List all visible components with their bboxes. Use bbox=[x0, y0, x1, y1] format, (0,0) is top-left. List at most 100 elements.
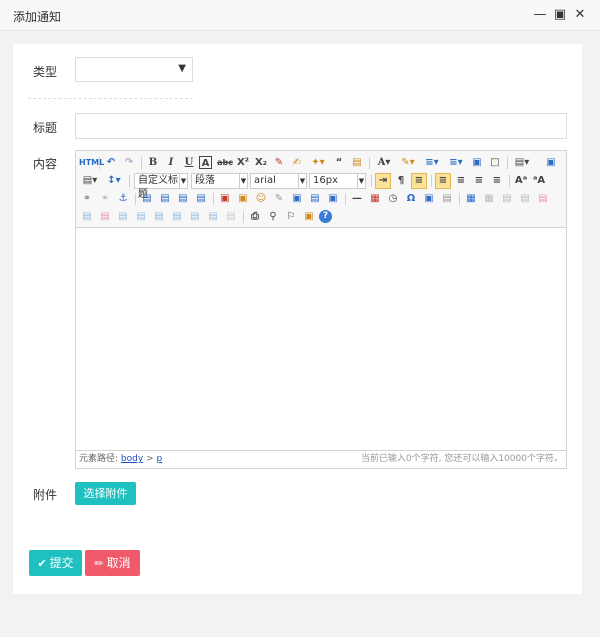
split-rows-icon[interactable]: ▤ bbox=[187, 209, 203, 225]
blockquote-icon[interactable]: “ bbox=[331, 155, 347, 171]
emotion-icon[interactable]: ☺ bbox=[253, 191, 269, 207]
indent-icon[interactable]: ≡ bbox=[411, 173, 427, 189]
align-left-icon[interactable]: ≡ bbox=[435, 173, 451, 189]
link-icon[interactable]: ⚭ bbox=[79, 191, 95, 207]
insert-paragraph-before-table-icon[interactable]: ▤ bbox=[499, 191, 515, 207]
underline-icon[interactable]: U bbox=[181, 155, 197, 171]
subscript-icon[interactable]: X₂ bbox=[253, 155, 269, 171]
editor-toolbar: HTML ↶ ↷ B I U A abc X² X₂ ✎ ✍ ✦▾ “ ▤ A▾… bbox=[76, 151, 566, 228]
paste-mode-icon[interactable]: ▤ bbox=[223, 209, 239, 225]
merge-down-icon[interactable]: ▤ bbox=[151, 209, 167, 225]
anchor-icon[interactable]: ⚓ bbox=[115, 191, 131, 207]
check-icon: ✔ bbox=[37, 557, 47, 570]
print-icon[interactable]: ⎙ bbox=[247, 209, 263, 225]
insert-col-icon[interactable]: ▤ bbox=[79, 209, 95, 225]
row-spacing-bottom-icon[interactable]: ▤▾ bbox=[79, 173, 101, 189]
delete-table-icon[interactable]: ▦ bbox=[481, 191, 497, 207]
date-icon[interactable]: ▦ bbox=[367, 191, 383, 207]
horizontal-rule-icon[interactable]: — bbox=[349, 191, 365, 207]
chevron-down-icon: ▼ bbox=[239, 174, 247, 188]
close-icon[interactable]: ✕ bbox=[572, 6, 588, 24]
undo-icon[interactable]: ↶ bbox=[103, 155, 119, 171]
minimize-icon[interactable]: — bbox=[532, 6, 548, 24]
type-select[interactable]: ▼ bbox=[75, 57, 193, 82]
template-icon[interactable]: ▤ bbox=[439, 191, 455, 207]
chevron-down-icon: ▼ bbox=[357, 174, 365, 188]
rtl-direction-icon[interactable]: ¶ bbox=[393, 173, 409, 189]
align-center-icon[interactable]: ≡ bbox=[453, 173, 469, 189]
time-icon[interactable]: ◷ bbox=[385, 191, 401, 207]
help-icon[interactable]: ? bbox=[319, 210, 332, 223]
uppercase-icon[interactable]: Aᵃ bbox=[513, 173, 529, 189]
select-attachment-button[interactable]: 选择附件 bbox=[75, 482, 136, 505]
unordered-list-icon[interactable]: ≡▾ bbox=[445, 155, 467, 171]
submit-button[interactable]: ✔ 提交 bbox=[29, 550, 82, 576]
insert-row-icon[interactable]: ▤ bbox=[517, 191, 533, 207]
insert-video-icon[interactable]: ▣ bbox=[289, 191, 305, 207]
font-color-icon[interactable]: A▾ bbox=[373, 155, 395, 171]
eraser-icon[interactable]: ✎ bbox=[271, 155, 287, 171]
select-all-icon[interactable]: ▣ bbox=[469, 155, 485, 171]
row-spacing-top-icon[interactable]: ▤▾ bbox=[511, 155, 533, 171]
ltr-direction-icon[interactable]: ⇥ bbox=[375, 173, 391, 189]
eraser-icon: ✏ bbox=[94, 557, 104, 570]
char-count: 当前已输入0个字符, 您还可以输入10000个字符。 bbox=[360, 454, 563, 464]
superscript-icon[interactable]: X² bbox=[235, 155, 251, 171]
image-left-icon[interactable]: ▤ bbox=[157, 191, 173, 207]
chevron-down-icon: ▼ bbox=[179, 174, 187, 188]
image-center-icon[interactable]: ▤ bbox=[193, 191, 209, 207]
unlink-icon[interactable]: ⚭ bbox=[97, 191, 113, 207]
chevron-down-icon: ▼ bbox=[298, 174, 306, 188]
path-body-link[interactable]: body bbox=[121, 454, 143, 464]
maximize-icon[interactable]: ▣ bbox=[552, 6, 568, 24]
insert-image-icon[interactable]: ▣ bbox=[235, 191, 251, 207]
image-none-icon[interactable]: ▤ bbox=[139, 191, 155, 207]
font-family-select[interactable]: arial ▼ bbox=[250, 173, 307, 189]
title-input[interactable] bbox=[75, 113, 567, 139]
bold-icon[interactable]: B bbox=[145, 155, 161, 171]
merge-cells-icon[interactable]: ▤ bbox=[115, 209, 131, 225]
format-painter-icon[interactable]: ✍ bbox=[289, 155, 305, 171]
preview-icon[interactable]: ▣ bbox=[543, 155, 559, 171]
image-right-icon[interactable]: ▤ bbox=[175, 191, 191, 207]
paragraph-select[interactable]: 段落 ▼ bbox=[191, 173, 248, 189]
auto-format-icon[interactable]: ✦▾ bbox=[307, 155, 329, 171]
redo-icon[interactable]: ↷ bbox=[121, 155, 137, 171]
chevron-down-icon: ▼ bbox=[178, 63, 186, 74]
line-height-icon[interactable]: ↕▾ bbox=[103, 173, 125, 189]
simple-upload-icon[interactable]: ▣ bbox=[217, 191, 233, 207]
paste-plain-icon[interactable]: ▤ bbox=[349, 155, 365, 171]
editor-statusbar: 元素路径: body > p 当前已输入0个字符, 您还可以输入10000个字符… bbox=[76, 450, 566, 468]
ordered-list-icon[interactable]: ≡▾ bbox=[421, 155, 443, 171]
split-cols-icon[interactable]: ▤ bbox=[205, 209, 221, 225]
wordimage-icon[interactable]: ▣ bbox=[421, 191, 437, 207]
insert-table-icon[interactable]: ▦ bbox=[463, 191, 479, 207]
align-justify-icon[interactable]: ≡ bbox=[489, 173, 505, 189]
font-size-select[interactable]: 16px ▼ bbox=[309, 173, 366, 189]
type-label: 类型 bbox=[33, 65, 58, 79]
align-right-icon[interactable]: ≡ bbox=[471, 173, 487, 189]
preview-zoom-icon[interactable]: ⚲ bbox=[265, 209, 281, 225]
clear-doc-icon[interactable]: □ bbox=[487, 155, 503, 171]
delete-row-icon[interactable]: ▤ bbox=[535, 191, 551, 207]
font-border-icon[interactable]: A bbox=[199, 156, 212, 169]
html-source-icon[interactable]: HTML bbox=[79, 155, 104, 171]
split-cells-icon[interactable]: ▤ bbox=[169, 209, 185, 225]
delete-col-icon[interactable]: ▤ bbox=[97, 209, 113, 225]
highlight-icon[interactable]: ✎▾ bbox=[397, 155, 419, 171]
content-label: 内容 bbox=[33, 157, 58, 171]
cancel-button[interactable]: ✏ 取消 bbox=[85, 550, 140, 576]
draft-icon[interactable]: ▣ bbox=[301, 209, 317, 225]
path-p-link[interactable]: p bbox=[156, 454, 162, 464]
strikethrough-icon[interactable]: abc bbox=[217, 155, 233, 171]
attachment-icon[interactable]: ▣ bbox=[325, 191, 341, 207]
italic-icon[interactable]: I bbox=[163, 155, 179, 171]
special-chars-icon[interactable]: Ω bbox=[403, 191, 419, 207]
editor-content-area[interactable] bbox=[76, 229, 566, 450]
lowercase-icon[interactable]: ᵃA bbox=[531, 173, 547, 189]
merge-right-icon[interactable]: ▤ bbox=[133, 209, 149, 225]
search-replace-icon[interactable]: ⚐ bbox=[283, 209, 299, 225]
scrawl-icon[interactable]: ✎ bbox=[271, 191, 287, 207]
insert-music-icon[interactable]: ▤ bbox=[307, 191, 323, 207]
custom-heading-select[interactable]: 自定义标题 ▼ bbox=[134, 173, 188, 200]
